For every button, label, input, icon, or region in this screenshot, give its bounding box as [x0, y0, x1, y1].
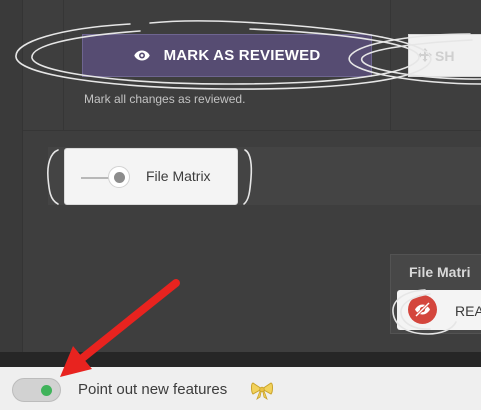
mark-as-reviewed-label: MARK AS REVIEWED	[163, 47, 321, 64]
eye-icon	[133, 50, 150, 61]
read-button[interactable]: REA	[397, 290, 481, 330]
show-button[interactable]: SH	[408, 34, 481, 77]
column-divider-right	[390, 0, 391, 130]
show-button-label: SH	[435, 47, 455, 64]
toggle-knob-dot	[114, 172, 125, 183]
mark-as-reviewed-helper: Mark all changes as reviewed.	[84, 92, 246, 106]
move-icon	[418, 48, 432, 62]
toggle-knob-wrap: File Matrix	[64, 148, 238, 205]
footer-bar	[0, 367, 481, 410]
point-out-features-label: Point out new features	[78, 381, 228, 398]
screen: MARK AS REVIEWED SH Mark all changes as …	[0, 0, 481, 410]
footer-separator	[0, 352, 481, 367]
bow-icon	[251, 382, 273, 400]
left-rail	[0, 0, 23, 352]
read-button-label: REA	[455, 303, 481, 319]
toggle-on-indicator	[41, 385, 52, 396]
column-divider	[63, 0, 64, 130]
eye-slash-icon	[414, 301, 431, 318]
section-divider	[23, 130, 481, 131]
file-matrix-panel-title: File Matri	[409, 264, 471, 280]
read-icon-badge	[408, 295, 437, 324]
mark-as-reviewed-button[interactable]: MARK AS REVIEWED	[82, 34, 372, 77]
file-matrix-label: File Matrix	[146, 168, 211, 184]
point-out-features-toggle[interactable]	[12, 378, 61, 402]
